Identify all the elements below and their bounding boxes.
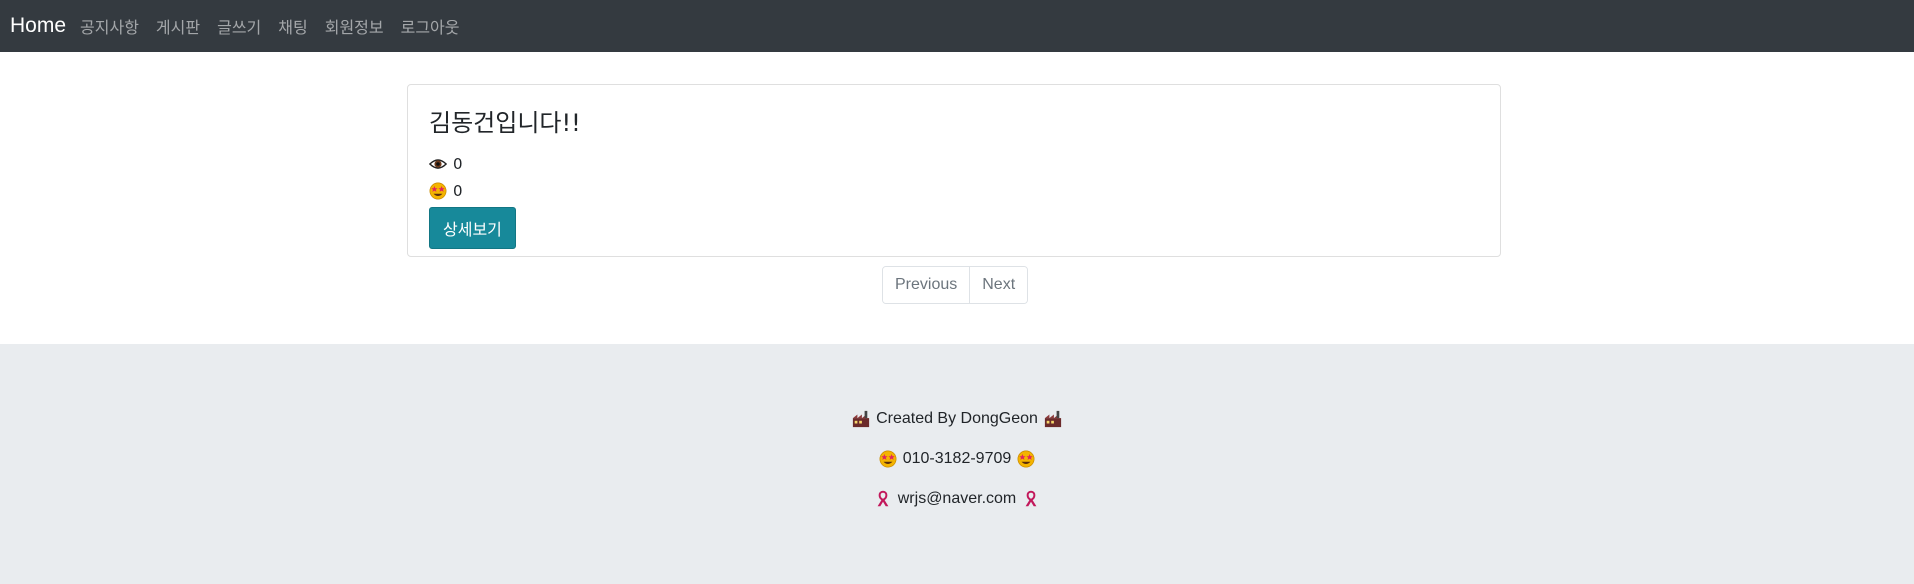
footer-phone: 010-3182-9709 [902, 450, 1012, 467]
nav-link-write[interactable]: 글쓰기 [217, 14, 261, 38]
pagination: Previous Next [882, 266, 1029, 304]
footer: Created By DongGeon 010-3182-9709 wrjs@n… [0, 344, 1914, 584]
view-count: 0 [453, 154, 463, 173]
brand-home-link[interactable]: Home [10, 14, 66, 38]
factory-icon [852, 410, 870, 428]
star-struck-face-icon [1017, 450, 1035, 468]
footer-created-by: Created By DongGeon [876, 410, 1038, 427]
ribbon-icon [1025, 490, 1037, 507]
nav-link-chat[interactable]: 채팅 [278, 14, 307, 38]
eye-icon [429, 158, 447, 169]
ribbon-icon [877, 490, 889, 507]
like-count-row: 0 [429, 177, 1479, 204]
post-card: 김동건입니다!! 0 0 상세보기 [407, 84, 1501, 257]
footer-email-line: wrjs@naver.com [0, 490, 1914, 508]
star-struck-face-icon [879, 450, 897, 468]
view-count-row: 0 [429, 150, 1479, 177]
next-page-button[interactable]: Next [969, 267, 1028, 303]
footer-created-by-line: Created By DongGeon [0, 410, 1914, 428]
previous-page-button[interactable]: Previous [883, 267, 970, 303]
nav-link-logout[interactable]: 로그아웃 [401, 14, 460, 38]
nav-links: 공지사항 게시판 글쓰기 채팅 회원정보 로그아웃 [80, 14, 459, 38]
nav-link-member-info[interactable]: 회원정보 [325, 14, 384, 38]
top-navbar: Home 공지사항 게시판 글쓰기 채팅 회원정보 로그아웃 [0, 0, 1914, 52]
like-count: 0 [453, 181, 463, 200]
footer-phone-line: 010-3182-9709 [0, 450, 1914, 468]
post-title: 김동건입니다!! [429, 109, 581, 137]
view-detail-button[interactable]: 상세보기 [429, 207, 516, 249]
nav-link-board[interactable]: 게시판 [156, 14, 200, 38]
footer-email: wrjs@naver.com [897, 490, 1017, 507]
factory-icon [1044, 410, 1062, 428]
star-struck-face-icon [429, 182, 447, 199]
nav-link-notice[interactable]: 공지사항 [80, 14, 139, 38]
